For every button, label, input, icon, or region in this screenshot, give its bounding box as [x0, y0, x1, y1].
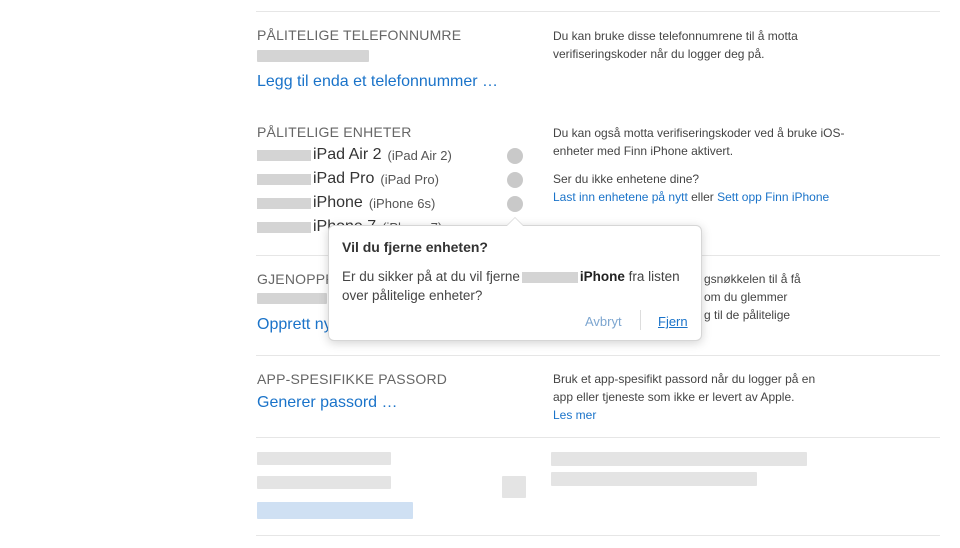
blurred-owner-name [521, 271, 578, 283]
missing-devices-help: Ser du ikke enhetene dine? Last inn enhe… [553, 170, 853, 206]
cancel-button[interactable]: Avbryt [585, 314, 622, 329]
device-row: iPad Pro (iPad Pro) [257, 169, 439, 189]
blurred-section-title [257, 452, 391, 465]
device-row: iPad Air 2 (iPad Air 2) [257, 145, 452, 165]
recovery-description-line: g til de pålitelige [704, 308, 791, 322]
generate-password-link[interactable]: Generer passord … [257, 394, 398, 412]
trusted-devices-description: Du kan også motta verifiseringskoder ved… [553, 126, 845, 158]
blurred-control [502, 476, 526, 498]
trusted-phones-description: Du kan bruke disse telefonnumrene til å … [553, 29, 798, 61]
remove-button[interactable]: Fjern [658, 314, 688, 329]
trusted-devices-title: PÅLITELIGE ENHETER [257, 124, 412, 140]
device-name: iPhone [313, 194, 363, 211]
device-name: iPad Pro [313, 170, 375, 187]
blurred-owner-name [257, 197, 311, 209]
divider [256, 535, 940, 536]
button-separator [640, 310, 641, 330]
dialog-title: Vil du fjerne enheten? [342, 239, 488, 255]
remove-device-button[interactable] [507, 148, 523, 164]
dialog-device-name: iPhone [579, 269, 625, 284]
remove-device-dialog: Vil du fjerne enheten? Er du sikker på a… [328, 217, 702, 341]
blurred-owner-name [257, 149, 311, 161]
divider [256, 355, 940, 356]
learn-more-link[interactable]: Les mer [553, 408, 596, 422]
missing-devices-question: Ser du ikke enhetene dine? [553, 172, 700, 186]
create-recovery-key-link[interactable]: Opprett ny [257, 316, 332, 334]
device-name: iPad Air 2 [313, 146, 382, 163]
blurred-phone-number [257, 50, 369, 62]
blurred-owner-name [257, 221, 311, 233]
remove-device-button[interactable] [507, 172, 523, 188]
device-model: (iPhone 6s) [368, 195, 436, 211]
recovery-description-line: gsnøkkelen til å få [704, 272, 801, 286]
dialog-message-prefix: Er du sikker på at du vil fjerne [342, 269, 520, 284]
trusted-phones-title: PÅLITELIGE TELEFONNUMRE [257, 27, 462, 43]
recovery-description: gsnøkkelen til å få om du glemmer g til … [704, 270, 824, 324]
divider [256, 11, 940, 12]
app-passwords-title: APP-SPESIFIKKE PASSORD [257, 371, 448, 387]
reload-devices-link[interactable]: Last inn enhetene på nytt [553, 190, 688, 204]
divider [256, 437, 940, 438]
blurred-section-link [257, 502, 413, 519]
blurred-description [551, 452, 807, 466]
popover-arrow [506, 217, 524, 226]
app-passwords-description-text: Bruk et app-spesifikt passord når du log… [553, 372, 816, 404]
blurred-recovery-info [257, 293, 327, 304]
or-text: eller [687, 190, 718, 204]
blurred-section-text [257, 476, 391, 489]
dialog-message: Er du sikker på at du vil fjerne iPhone f… [342, 267, 692, 305]
recovery-description-line: om du glemmer [704, 290, 788, 304]
blurred-owner-name [257, 173, 311, 185]
remove-device-button[interactable] [507, 196, 523, 212]
app-passwords-description: Bruk et app-spesifikt passord når du log… [553, 370, 828, 424]
add-phone-link[interactable]: Legg til enda et telefonnummer … [257, 73, 498, 91]
device-model: (iPad Air 2) [387, 147, 452, 163]
device-row: iPhone (iPhone 6s) [257, 193, 435, 213]
blurred-description [551, 472, 757, 486]
setup-find-iphone-link[interactable]: Sett opp Finn iPhone [717, 190, 829, 204]
device-model: (iPad Pro) [380, 171, 439, 187]
